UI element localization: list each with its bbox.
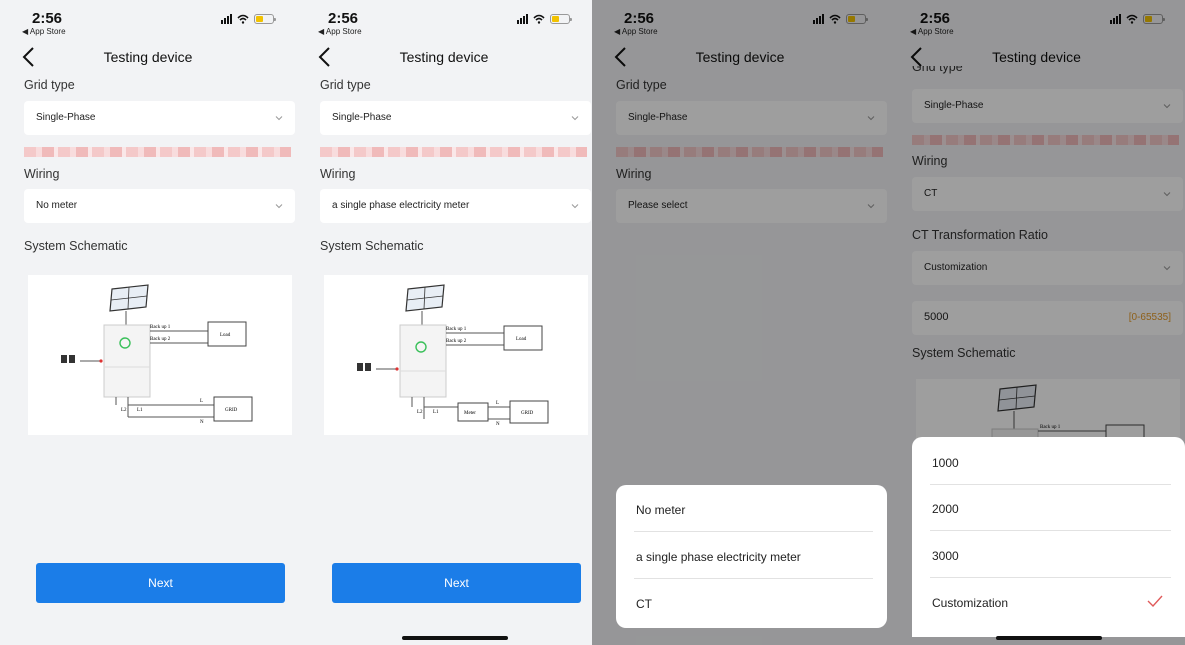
- wiring-value: No meter: [36, 200, 78, 211]
- load-label: Load: [220, 333, 231, 338]
- wiring-label: Wiring: [24, 167, 60, 181]
- wiring-picker-sheet: No meter a single phase electricity mete…: [616, 485, 887, 628]
- schematic-svg: Back up 1 Back up 2 Load L2 L1 L N GRID: [61, 284, 253, 425]
- status-time: 2:56: [328, 10, 359, 27]
- ratio-option-customization[interactable]: Customization: [932, 596, 1008, 610]
- wiring-select[interactable]: a single phase electricity meter: [320, 189, 591, 223]
- system-icons: [221, 14, 276, 24]
- inverter-icon: [103, 324, 151, 398]
- meter-label: Meter: [464, 411, 476, 416]
- page-title: Testing device: [103, 49, 193, 65]
- divider: [930, 530, 1171, 531]
- ratio-option-3000[interactable]: 3000: [932, 549, 959, 563]
- wiring-option-no-meter[interactable]: No meter: [636, 503, 685, 517]
- wiring-option-ct[interactable]: CT: [636, 597, 652, 611]
- checkmark-icon: [1147, 595, 1163, 607]
- grid-label: GRID: [521, 411, 534, 416]
- next-button[interactable]: Next: [332, 563, 581, 603]
- grid-type-value: Single-Phase: [332, 112, 392, 123]
- divider: [634, 531, 873, 532]
- solar-panel-icon: [109, 284, 149, 312]
- system-schematic-label: System Schematic: [24, 239, 128, 253]
- wiring-option-single-phase-meter[interactable]: a single phase electricity meter: [636, 550, 801, 564]
- status-bar: 2:56 ◀ App Store: [296, 0, 592, 40]
- divider: [930, 484, 1171, 485]
- back-to-app-store-link[interactable]: ◀ App Store: [22, 27, 66, 36]
- ratio-option-2000[interactable]: 2000: [932, 502, 959, 516]
- l2-label: L2: [121, 408, 127, 413]
- phone-screen-ct-ratio-picker: 2:56 ◀ App Store Grid type Testing devic…: [888, 0, 1185, 645]
- status-bar: 2:56 ◀ App Store: [0, 0, 296, 40]
- next-button[interactable]: Next: [36, 563, 285, 603]
- chevron-down-icon: [275, 204, 283, 209]
- system-schematic-diagram: Back up 1 Back up 2 Load Meter L2 L1 L N…: [324, 275, 588, 435]
- blurred-note: [320, 147, 587, 157]
- grid-type-select[interactable]: Single-Phase: [24, 101, 295, 135]
- n-label: N: [200, 420, 204, 425]
- schematic-svg: Back up 1 Back up 2 Load Meter L2 L1 L N…: [357, 284, 549, 427]
- l-label: L: [496, 401, 499, 406]
- l2-label: L2: [417, 410, 423, 415]
- l1-label: L1: [137, 408, 143, 413]
- wifi-icon: [237, 14, 249, 24]
- battery-icon: [254, 14, 276, 24]
- system-schematic-diagram: Back up 1 Back up 2 Load L2 L1 L N GRID: [28, 275, 292, 435]
- status-time: 2:56: [32, 10, 63, 27]
- grid-type-label: Grid type: [24, 78, 75, 92]
- inverter-icon: [399, 324, 447, 398]
- backup1-label: Back up 1: [446, 327, 467, 332]
- chevron-down-icon: [571, 204, 579, 209]
- wiring-label: Wiring: [320, 167, 356, 181]
- system-schematic-label: System Schematic: [320, 239, 424, 253]
- nav-bar: Testing device: [0, 44, 296, 72]
- solar-panel-icon: [405, 284, 445, 312]
- home-indicator[interactable]: [996, 636, 1102, 640]
- backup1-label: Back up 1: [150, 325, 171, 330]
- grid-type-select[interactable]: Single-Phase: [320, 101, 591, 135]
- grid-type-label: Grid type: [320, 78, 371, 92]
- divider: [634, 578, 873, 579]
- phone-screen-single-phase-meter: 2:56 ◀ App Store Testing device Grid typ…: [296, 0, 592, 645]
- signal-icon: [517, 14, 528, 24]
- load-label: Load: [516, 337, 527, 342]
- phone-screen-wiring-picker: 2:56 ◀ App Store Testing device Grid typ…: [592, 0, 888, 645]
- nav-bar: Testing device: [296, 44, 592, 72]
- phone-screen-no-meter: 2:56 ◀ App Store Testing device Grid typ…: [0, 0, 296, 645]
- home-indicator[interactable]: [402, 636, 508, 640]
- system-icons: [517, 14, 572, 24]
- wifi-icon: [533, 14, 545, 24]
- blurred-note: [24, 147, 291, 157]
- signal-icon: [221, 14, 232, 24]
- battery-icon: [550, 14, 572, 24]
- grid-label: GRID: [225, 408, 238, 413]
- l1-label: L1: [433, 410, 439, 415]
- wiring-value: a single phase electricity meter: [332, 200, 470, 211]
- back-to-app-store-link[interactable]: ◀ App Store: [318, 27, 362, 36]
- wiring-select[interactable]: No meter: [24, 189, 295, 223]
- page-title: Testing device: [399, 49, 489, 65]
- battery-pack-icon: [357, 363, 363, 371]
- chevron-down-icon: [571, 116, 579, 121]
- divider: [930, 577, 1171, 578]
- backup2-label: Back up 2: [150, 337, 171, 342]
- chevron-down-icon: [275, 116, 283, 121]
- n-label: N: [496, 422, 500, 427]
- ratio-option-1000[interactable]: 1000: [932, 456, 959, 470]
- l-label: L: [200, 399, 203, 404]
- grid-type-value: Single-Phase: [36, 112, 96, 123]
- ct-ratio-picker-sheet: 1000 2000 3000 Customization: [912, 437, 1185, 637]
- battery-pack-icon: [61, 355, 67, 363]
- screenshot-strip: 2:56 ◀ App Store Testing device Grid typ…: [0, 0, 1185, 645]
- backup2-label: Back up 2: [446, 339, 467, 344]
